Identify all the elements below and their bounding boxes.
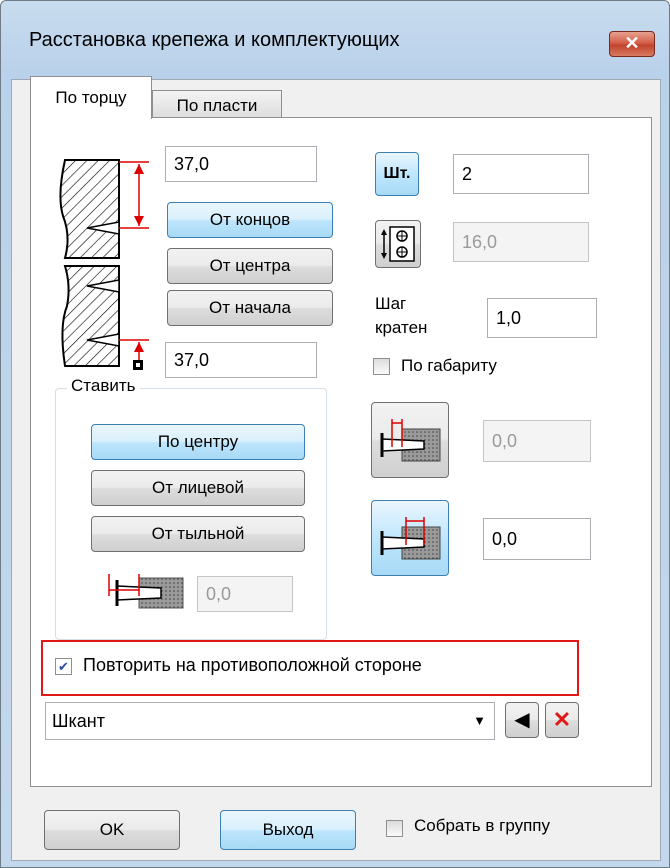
window-title: Расстановка крепежа и комплектующих — [29, 29, 400, 51]
step-icon — [381, 226, 415, 262]
step-label-line2: кратен — [375, 318, 428, 337]
by-size-label: По габариту — [401, 356, 497, 375]
screw-depth-alt-icon — [380, 517, 441, 560]
step-label-line1: Шаг — [375, 294, 407, 313]
tab-face-label: По пласти — [176, 96, 258, 115]
depth1-input[interactable]: 0,0 — [483, 420, 591, 462]
title-bar[interactable]: Расстановка крепежа и комплектующих ✕ — [1, 1, 669, 79]
ok-button[interactable]: OK — [44, 810, 180, 850]
screw-depth-icon — [380, 419, 441, 462]
fastener-select[interactable]: Шкант ▼ — [45, 702, 495, 740]
exit-button[interactable]: Выход — [220, 810, 356, 850]
close-icon: ✕ — [624, 33, 640, 53]
multiple-input[interactable]: 1,0 — [487, 298, 597, 338]
repeat-label: Повторить на противоположной стороне — [83, 655, 422, 675]
top-offset-input[interactable]: 37,0 — [165, 146, 317, 182]
from-start-button[interactable]: От начала — [167, 290, 333, 326]
step-input[interactable]: 16,0 — [453, 222, 589, 262]
screw-offset-icon — [108, 574, 184, 609]
from-center-button[interactable]: От центра — [167, 248, 333, 284]
step-mode-button[interactable] — [375, 220, 421, 268]
close-button[interactable]: ✕ — [609, 31, 655, 57]
edge-layout-diagram-icon — [59, 159, 149, 370]
delete-icon: ✕ — [552, 707, 572, 732]
tab-end-label: По торцу — [55, 88, 127, 107]
place-group-label: Ставить — [67, 376, 140, 396]
place-center-button[interactable]: По центру — [91, 424, 305, 460]
fastener-value: Шкант — [52, 711, 105, 731]
count-mode-button[interactable]: Шт. — [375, 152, 419, 196]
tab-face[interactable]: По пласти — [152, 90, 282, 119]
depth-mode2-button[interactable] — [371, 500, 449, 576]
bottom-offset-input[interactable]: 37,0 — [165, 342, 317, 378]
dialog-window: Расстановка крепежа и комплектующих ✕ По… — [0, 0, 670, 868]
from-ends-button[interactable]: От концов — [167, 202, 333, 238]
repeat-checkbox[interactable]: ✔ — [55, 658, 72, 675]
tab-end[interactable]: По торцу — [30, 76, 152, 119]
count-input[interactable]: 2 — [453, 154, 589, 194]
tab-panel: 37,0 От концов От центра От начала 37,0 … — [30, 117, 652, 787]
place-face-button[interactable]: От лицевой — [91, 470, 305, 506]
pick-fastener-button[interactable]: ◀ — [505, 702, 539, 738]
dialog-client: По торцу По пласти 37,0 От концов От цен… — [11, 76, 661, 861]
place-offset-input[interactable]: 0,0 — [197, 576, 293, 612]
checkmark-icon: ✔ — [58, 659, 69, 674]
arrow-left-icon: ◀ — [514, 709, 530, 731]
by-size-checkbox[interactable] — [373, 358, 390, 375]
depth-mode1-button[interactable] — [371, 402, 449, 478]
delete-fastener-button[interactable]: ✕ — [545, 702, 579, 738]
count-mode-label: Шт. — [383, 165, 411, 182]
group-checkbox[interactable] — [386, 820, 403, 837]
depth2-input[interactable]: 0,0 — [483, 518, 591, 560]
group-label: Собрать в группу — [414, 816, 550, 835]
chevron-down-icon: ▼ — [473, 713, 486, 728]
place-back-button[interactable]: От тыльной — [91, 516, 305, 552]
